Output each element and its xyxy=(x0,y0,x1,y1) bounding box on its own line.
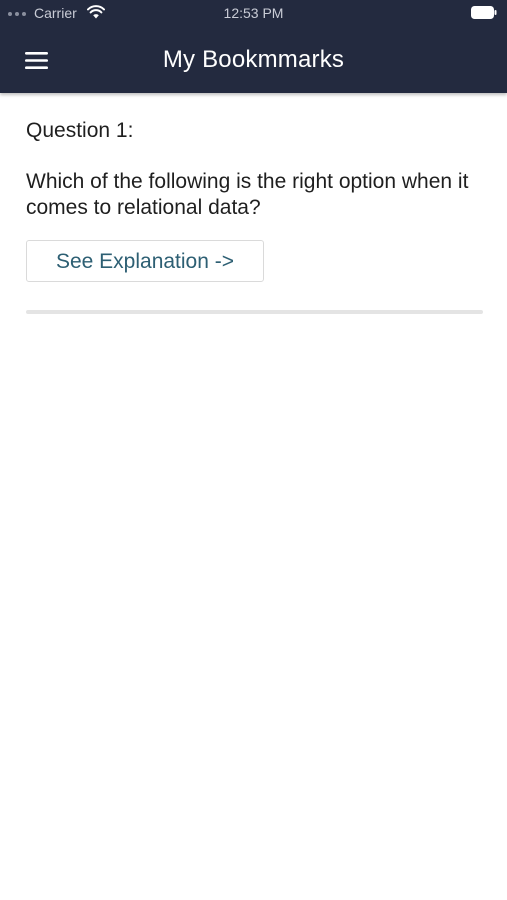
status-time: 12:53 PM xyxy=(223,5,284,21)
status-bar: Carrier 12:53 PM xyxy=(0,0,507,26)
bookmark-card: Question 1: Which of the following is th… xyxy=(26,117,483,314)
battery-icon xyxy=(471,6,497,19)
page-title: My Bookmmarks xyxy=(162,46,345,73)
divider xyxy=(26,310,483,314)
navigation-bar: My Bookmmarks xyxy=(0,26,507,93)
question-heading: Question 1: xyxy=(26,119,134,142)
see-explanation-button[interactable]: See Explanation -> xyxy=(26,240,264,282)
app-header: Carrier 12:53 PM My Bookmmarks xyxy=(0,0,507,93)
question-text: Which of the following is the right opti… xyxy=(26,170,469,219)
